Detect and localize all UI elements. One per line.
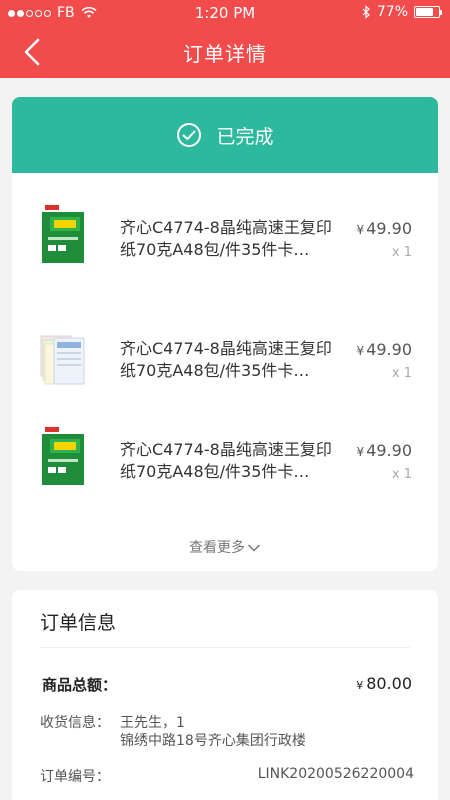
product-item[interactable]: 齐心C4774-8晶纯高速王复印纸70克A48包/件35件卡… ¥49.90 x… xyxy=(12,409,438,509)
total-label: 商品总额： xyxy=(42,676,118,694)
order-status-banner: 已完成 xyxy=(12,97,438,173)
product-name: 齐心C4774-8晶纯高速王复印纸70克A48包/件35件卡… xyxy=(120,339,332,380)
paper-box-green-icon xyxy=(42,203,84,263)
page-title: 订单详情 xyxy=(183,42,267,66)
order-info-card: 订单信息 商品总额： ¥80.00 收货信息： 王先生，1 锦绣中路18号齐心集… xyxy=(12,590,438,800)
divider xyxy=(40,647,410,648)
product-item[interactable]: 齐心C4774-8晶纯高速王复印纸70克A48包/件35件卡… ¥49.90 x… xyxy=(12,187,438,287)
order-number-label: 订单编号： xyxy=(40,769,110,785)
product-price: ¥49.90 xyxy=(356,441,412,460)
total-amount: ¥80.00 xyxy=(356,674,412,693)
bluetooth-icon xyxy=(362,5,370,19)
view-more-button[interactable]: 查看更多 xyxy=(12,537,438,557)
check-circle-icon xyxy=(177,123,202,147)
paper-box-green-icon xyxy=(42,425,84,485)
product-item[interactable]: 齐心C4774-8晶纯高速王复印纸70克A48包/件35件卡… ¥49.90 x… xyxy=(12,308,438,408)
navigation-bar: 订单详情 xyxy=(0,26,450,78)
chevron-down-icon xyxy=(247,544,261,552)
address-detail: 锦绣中路18号齐心集团行政楼 xyxy=(120,733,306,749)
system-status-bar: FB 1:20 PM 77% xyxy=(0,0,450,26)
product-name: 齐心C4774-8晶纯高速王复印纸70克A48包/件35件卡… xyxy=(120,218,332,259)
battery-area: 77% xyxy=(362,4,442,20)
address-label: 收货信息： xyxy=(40,715,110,731)
order-status-text: 已完成 xyxy=(216,125,274,148)
product-quantity: x 1 xyxy=(391,245,412,260)
product-quantity: x 1 xyxy=(391,467,412,482)
product-quantity: x 1 xyxy=(391,366,412,381)
paper-stack-color-icon xyxy=(40,335,85,385)
battery-percent: 77% xyxy=(376,4,408,20)
app-header: FB 1:20 PM 77% 订单详情 xyxy=(0,0,450,78)
address-recipient: 王先生，1 xyxy=(120,715,185,731)
order-number[interactable]: LINK20200526220004 xyxy=(258,766,414,782)
view-more-label: 查看更多 xyxy=(189,540,245,556)
battery-icon xyxy=(414,6,442,18)
product-name: 齐心C4774-8晶纯高速王复印纸70克A48包/件35件卡… xyxy=(120,440,332,481)
order-items-card: 已完成 齐心C4774-8晶纯高速王复印纸70克A48包/件35件卡… ¥49.… xyxy=(12,97,438,571)
product-price: ¥49.90 xyxy=(356,340,412,359)
product-price: ¥49.90 xyxy=(356,219,412,238)
order-info-title: 订单信息 xyxy=(40,612,117,634)
